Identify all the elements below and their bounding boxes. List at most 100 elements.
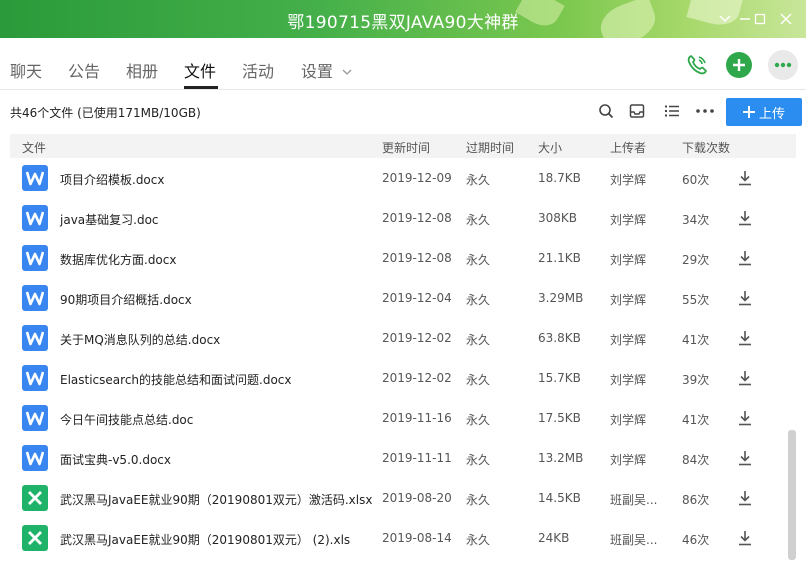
file-downloads: 29次 [682,253,710,267]
download-icon[interactable] [736,409,754,427]
tab-settings-label: 设置 [301,62,334,81]
download-icon[interactable] [736,209,754,227]
download-icon[interactable] [736,289,754,307]
file-expiry: 永久 [466,333,491,347]
column-header-expiry[interactable]: 过期时间 [466,139,514,156]
more-options-icon[interactable] [696,102,714,120]
table-row[interactable]: 今日午间技能点总结.doc 2019-11-16 永久 17.5KB 刘学辉 4… [10,398,796,438]
excel-file-icon [22,485,48,511]
table-row[interactable]: 关于MQ消息队列的总结.docx 2019-12-02 永久 63.8KB 刘学… [10,318,796,358]
file-name[interactable]: 武汉黑马JavaEE就业90期（20190801双元） (2).xls [60,531,350,548]
file-uploader: 刘学辉 [610,173,647,187]
download-icon[interactable] [736,369,754,387]
title-bar: 鄂190715黑双JAVA90大神群 [0,0,806,38]
table-row[interactable]: java基础复习.doc 2019-12-08 永久 308KB 刘学辉 34次 [10,198,796,238]
download-icon[interactable] [736,169,754,187]
excel-file-icon [22,525,48,551]
file-downloads: 34次 [682,213,710,227]
download-icon[interactable] [736,529,754,547]
search-icon[interactable] [597,102,615,120]
table-row[interactable]: 武汉黑马JavaEE就业90期（20190801双元）激活码.xlsx 2019… [10,478,796,518]
table-row[interactable]: 项目介绍模板.docx 2019-12-09 永久 18.7KB 刘学辉 60次 [10,158,796,198]
file-name[interactable]: 武汉黑马JavaEE就业90期（20190801双元）激活码.xlsx [60,491,372,508]
list-view-icon[interactable] [663,102,681,120]
table-row[interactable]: 数据库优化方面.docx 2019-12-08 永久 21.1KB 刘学辉 29… [10,238,796,278]
file-size: 15.7KB [538,371,581,385]
file-uploader: 班副吴... [610,533,658,547]
word-file-icon [22,405,48,431]
more-icon[interactable] [768,50,798,80]
storage-summary: 共46个文件 (已使用171MB/10GB) [10,106,201,120]
file-uploader: 刘学辉 [610,453,647,467]
file-expiry: 永久 [466,173,491,187]
file-name[interactable]: 面试宝典-v5.0.docx [60,451,171,468]
word-file-icon [22,365,48,391]
file-size: 308KB [538,211,578,225]
file-size: 3.29MB [538,291,584,305]
file-name[interactable]: 90期项目介绍概括.docx [60,291,192,308]
file-uploader: 班副吴... [610,493,658,507]
tab-settings[interactable]: 设置 [301,58,352,82]
chevron-down-icon[interactable] [715,9,735,29]
table-row[interactable]: 面试宝典-v5.0.docx 2019-11-11 永久 13.2MB 刘学辉 … [10,438,796,478]
file-downloads: 41次 [682,333,710,347]
table-row[interactable]: 90期项目介绍概括.docx 2019-12-04 永久 3.29MB 刘学辉 … [10,278,796,318]
file-expiry: 永久 [466,253,491,267]
file-downloads: 41次 [682,413,710,427]
tab-chat[interactable]: 聊天 [10,58,42,82]
file-downloads: 55次 [682,293,710,307]
file-uploader: 刘学辉 [610,373,647,387]
file-uploader: 刘学辉 [610,413,647,427]
column-header-updated[interactable]: 更新时间 [382,139,430,156]
group-nav: 聊天 公告 相册 文件 活动 设置 [0,38,806,90]
upload-button[interactable]: 上传 [726,98,802,126]
file-updated: 2019-12-08 [382,251,452,265]
file-name[interactable]: Elasticsearch的技能总结和面试问题.docx [60,371,292,388]
column-header-uploader[interactable]: 上传者 [610,139,646,156]
tab-album[interactable]: 相册 [126,58,158,82]
table-row[interactable]: Elasticsearch的技能总结和面试问题.docx 2019-12-02 … [10,358,796,398]
file-uploader: 刘学辉 [610,293,647,307]
file-size: 24KB [538,531,570,545]
file-name[interactable]: 今日午间技能点总结.doc [60,411,193,428]
file-name[interactable]: 关于MQ消息队列的总结.docx [60,331,220,348]
file-downloads: 46次 [682,533,710,547]
download-icon[interactable] [736,449,754,467]
file-expiry: 永久 [466,293,491,307]
file-expiry: 永久 [466,493,491,507]
column-header-size[interactable]: 大小 [538,139,562,156]
file-size: 21.1KB [538,251,581,265]
inbox-icon[interactable] [628,102,646,120]
add-icon[interactable] [726,52,752,78]
file-updated: 2019-12-04 [382,291,452,305]
download-icon[interactable] [736,329,754,347]
file-name[interactable]: java基础复习.doc [60,211,159,228]
file-expiry: 永久 [466,453,491,467]
close-icon[interactable] [776,9,796,29]
file-updated: 2019-11-16 [382,411,452,425]
maximize-icon[interactable] [750,9,770,29]
file-updated: 2019-12-02 [382,331,452,345]
file-updated: 2019-08-14 [382,531,452,545]
column-header-downloads[interactable]: 下载次数 [682,139,730,156]
file-size: 14.5KB [538,491,581,505]
file-name[interactable]: 数据库优化方面.docx [60,251,176,268]
download-icon[interactable] [736,489,754,507]
word-file-icon [22,445,48,471]
tab-announcements[interactable]: 公告 [68,58,100,82]
file-updated: 2019-11-11 [382,451,452,465]
download-icon[interactable] [736,249,754,267]
file-uploader: 刘学辉 [610,333,647,347]
scrollbar-thumb[interactable] [788,430,796,560]
file-expiry: 永久 [466,213,491,227]
file-name[interactable]: 项目介绍模板.docx [60,171,164,188]
column-header-file[interactable]: 文件 [22,139,46,156]
table-row[interactable]: 武汉黑马JavaEE就业90期（20190801双元） (2).xls 2019… [10,518,796,558]
phone-icon[interactable] [682,50,712,80]
file-toolbar: 共46个文件 (已使用171MB/10GB) 上传 [0,91,806,131]
tab-activities[interactable]: 活动 [242,58,274,82]
file-size: 18.7KB [538,171,581,185]
tab-files[interactable]: 文件 [184,58,216,82]
file-expiry: 永久 [466,373,491,387]
file-uploader: 刘学辉 [610,253,647,267]
